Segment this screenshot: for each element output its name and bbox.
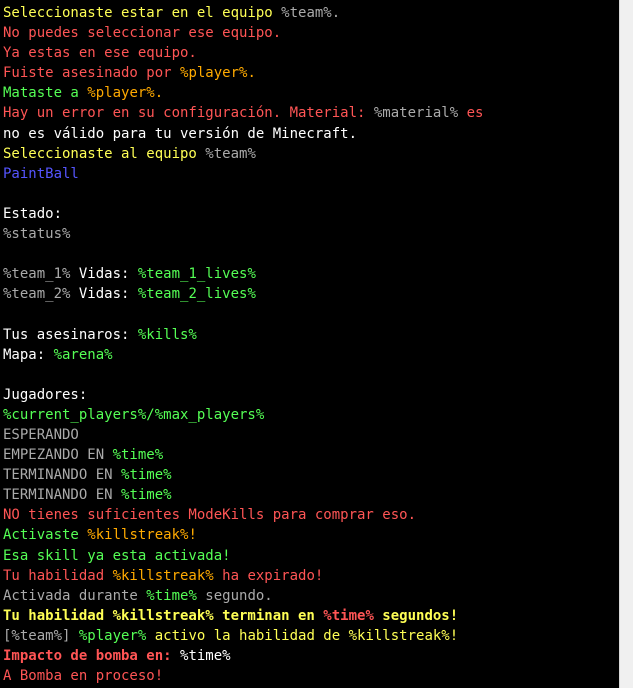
- chat-segment: No puedes seleccionar ese equipo.: [3, 25, 282, 42]
- chat-line: Esa skill ya esta activada!: [3, 546, 618, 566]
- chat-line: %current_players%/%max_players%: [3, 405, 618, 425]
- chat-segment: Hay un error en su configuración. Materi…: [3, 105, 374, 122]
- chat-line: Mataste a %player%.: [3, 83, 618, 103]
- chat-segment: %team_2_lives%: [137, 286, 256, 303]
- chat-segment: PaintBall: [3, 165, 79, 182]
- chat-segment: Activada durante: [3, 587, 147, 604]
- chat-segment: Esa skill ya esta activada!: [3, 547, 231, 564]
- chat-line: Hay un error en su configuración. Materi…: [3, 103, 618, 123]
- chat-line: Tu habilidad %killstreak% ha expirado!: [3, 566, 618, 586]
- chat-segment: %arena%: [53, 346, 113, 363]
- chat-segment: no es válido para tu versión de Minecraf…: [3, 125, 358, 142]
- chat-segment: %team_1%: [3, 266, 71, 283]
- chat-line: TERMINANDO EN %time%: [3, 465, 618, 485]
- chat-segment: Vidas:: [70, 286, 138, 303]
- chat-segment: ha expirado!: [213, 567, 324, 584]
- chat-line: A Bomba en proceso!: [3, 666, 618, 686]
- chat-segment: %time%: [323, 607, 374, 624]
- chat-segment: segundo.: [196, 587, 273, 604]
- chat-segment: %time%: [112, 447, 164, 464]
- chat-line: TERMINANDO EN %time%: [3, 485, 618, 505]
- chat-segment: Impacto de bomba en:: [3, 648, 181, 664]
- chat-segment: %time%: [121, 487, 172, 504]
- chat-line: Impacto de bomba en: %time%: [3, 646, 618, 666]
- chat-segment: %player%.: [180, 65, 256, 82]
- chat-line: No puedes seleccionar ese equipo.: [3, 23, 618, 43]
- chat-segment: Vidas:: [70, 266, 138, 283]
- chat-segment: Seleccionaste al equipo: [3, 145, 206, 162]
- chat-line: Mapa: %arena%: [3, 345, 618, 365]
- chat-log: Seleccionaste estar en el equipo %team%.…: [3, 3, 618, 686]
- scrollbar[interactable]: [619, 0, 633, 688]
- chat-line: Seleccionaste al equipo %team%: [3, 144, 618, 164]
- chat-segment: Seleccionaste estar en el equipo: [3, 5, 282, 21]
- chat-segment: A Bomba en proceso!: [3, 668, 164, 685]
- chat-line: Seleccionaste estar en el equipo %team%.: [3, 3, 618, 23]
- chat-segment: %killstreak%: [112, 567, 214, 584]
- chat-segment: TERMINANDO EN: [3, 467, 122, 484]
- chat-segment: EMPEZANDO EN: [3, 447, 113, 464]
- chat-line: no es válido para tu versión de Minecraf…: [3, 124, 618, 144]
- chat-segment: %team_1_lives%: [137, 266, 256, 283]
- chat-line: [%team%] %player% activo la habilidad de…: [3, 626, 618, 646]
- chat-segment: Estado:: [3, 205, 63, 222]
- chat-line: Fuiste asesinado por %player%.: [3, 63, 618, 83]
- chat-segment: %time%: [146, 587, 197, 604]
- chat-segment: Tus asesinaros:: [3, 326, 138, 343]
- chat-line: Activaste %killstreak%!: [3, 525, 618, 545]
- chat-line: Tus asesinaros: %kills%: [3, 325, 618, 345]
- chat-segment: %status%: [3, 226, 71, 243]
- chat-segment: Jugadores:: [3, 386, 88, 403]
- chat-segment: segundos!: [373, 607, 459, 624]
- chat-segment: %time%: [180, 648, 231, 664]
- chat-line: NO tienes suficientes ModeKills para com…: [3, 505, 618, 525]
- chat-segment: %kills%: [137, 326, 197, 343]
- chat-segment: %player%.: [87, 85, 164, 102]
- chat-segment: Mapa:: [3, 346, 54, 363]
- chat-segment: activo la habilidad de %killstreak%!: [146, 627, 459, 644]
- chat-segment: TERMINANDO EN: [3, 487, 122, 504]
- chat-segment: Mataste a: [3, 85, 88, 102]
- chat-segment: %team%: [205, 145, 256, 162]
- chat-line: %team_1% Vidas: %team_1_lives%: [3, 264, 618, 284]
- chat-segment: %killstreak%!: [87, 527, 197, 544]
- chat-segment: %current_players%/%max_players%: [3, 406, 265, 423]
- chat-segment: %time%: [121, 467, 172, 484]
- chat-segment: Fuiste asesinado por: [3, 65, 181, 82]
- chat-line: %status%: [3, 224, 618, 244]
- chat-segment: ESPERANDO: [3, 426, 79, 443]
- chat-line: PaintBall: [3, 164, 618, 184]
- chat-line: Ya estas en ese equipo.: [3, 43, 618, 63]
- chat-segment: NO tienes suficientes ModeKills para com…: [3, 507, 417, 524]
- chat-line: Jugadores:: [3, 385, 618, 405]
- chat-line: Tu habilidad %killstreak% terminan en %t…: [3, 606, 618, 626]
- chat-line: Activada durante %time% segundo.: [3, 586, 618, 606]
- chat-segment: Activaste: [3, 527, 88, 544]
- chat-segment: %material%: [373, 105, 459, 122]
- chat-line: ESPERANDO: [3, 425, 618, 445]
- chat-line: %team_2% Vidas: %team_2_lives%: [3, 284, 618, 304]
- chat-segment: Ya estas en ese equipo.: [3, 45, 197, 62]
- chat-segment: [%team%]: [3, 627, 71, 644]
- chat-line: EMPEZANDO EN %time%: [3, 445, 618, 465]
- chat-segment: Tu habilidad: [3, 567, 113, 584]
- chat-segment: %player%: [70, 627, 147, 644]
- chat-segment: %team%.: [281, 5, 341, 21]
- chat-segment: %team_2%: [3, 286, 71, 303]
- chat-segment: Tu habilidad %killstreak% terminan en: [3, 607, 324, 624]
- chat-line: Estado:: [3, 204, 618, 224]
- chat-segment: es: [458, 105, 484, 122]
